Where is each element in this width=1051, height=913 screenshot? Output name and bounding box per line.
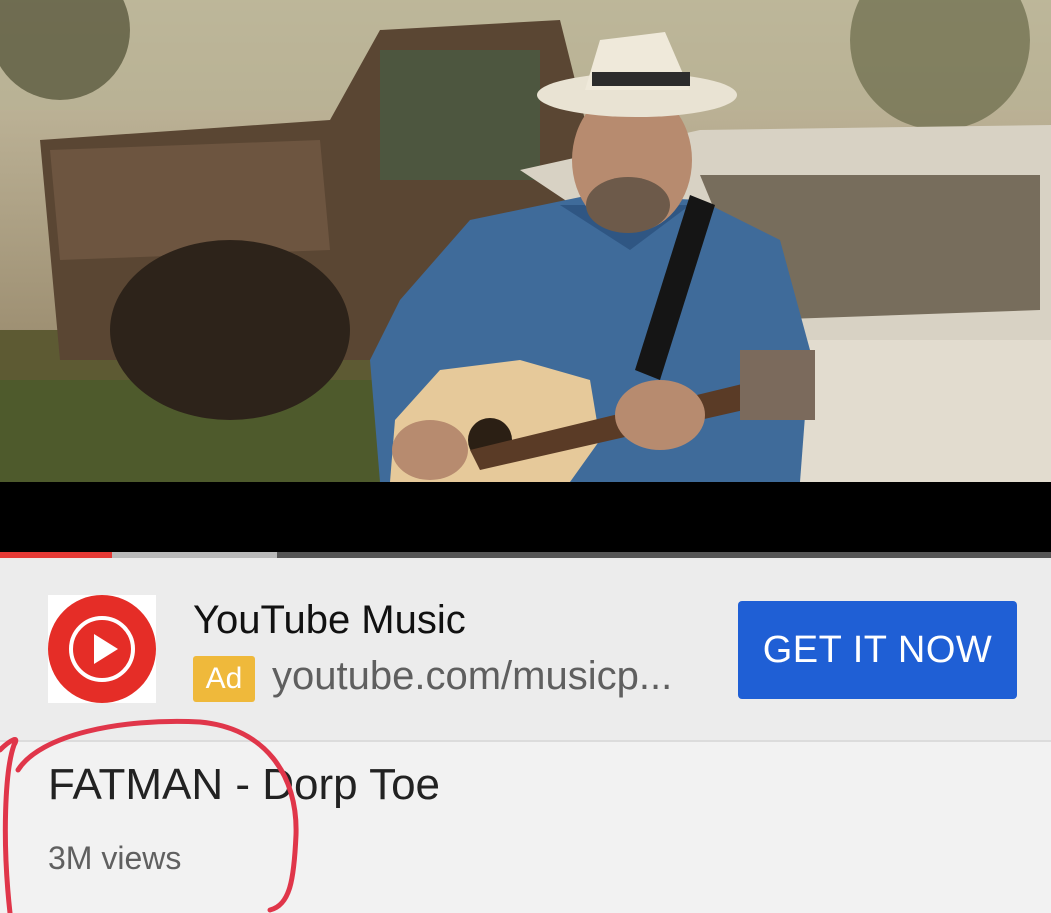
ad-badge: Ad	[193, 656, 255, 702]
video-player[interactable]	[0, 0, 1051, 556]
video-frame	[0, 0, 1051, 482]
ad-url[interactable]: youtube.com/musicp...	[272, 654, 712, 699]
video-title[interactable]: FATMAN - Dorp Toe	[48, 760, 440, 810]
view-count: 3M views	[48, 840, 182, 876]
ad-title[interactable]: YouTube Music	[193, 598, 466, 643]
youtube-music-logo[interactable]	[48, 595, 156, 703]
youtube-music-play-icon	[48, 595, 156, 703]
get-it-now-button[interactable]: GET IT NOW	[738, 601, 1017, 699]
